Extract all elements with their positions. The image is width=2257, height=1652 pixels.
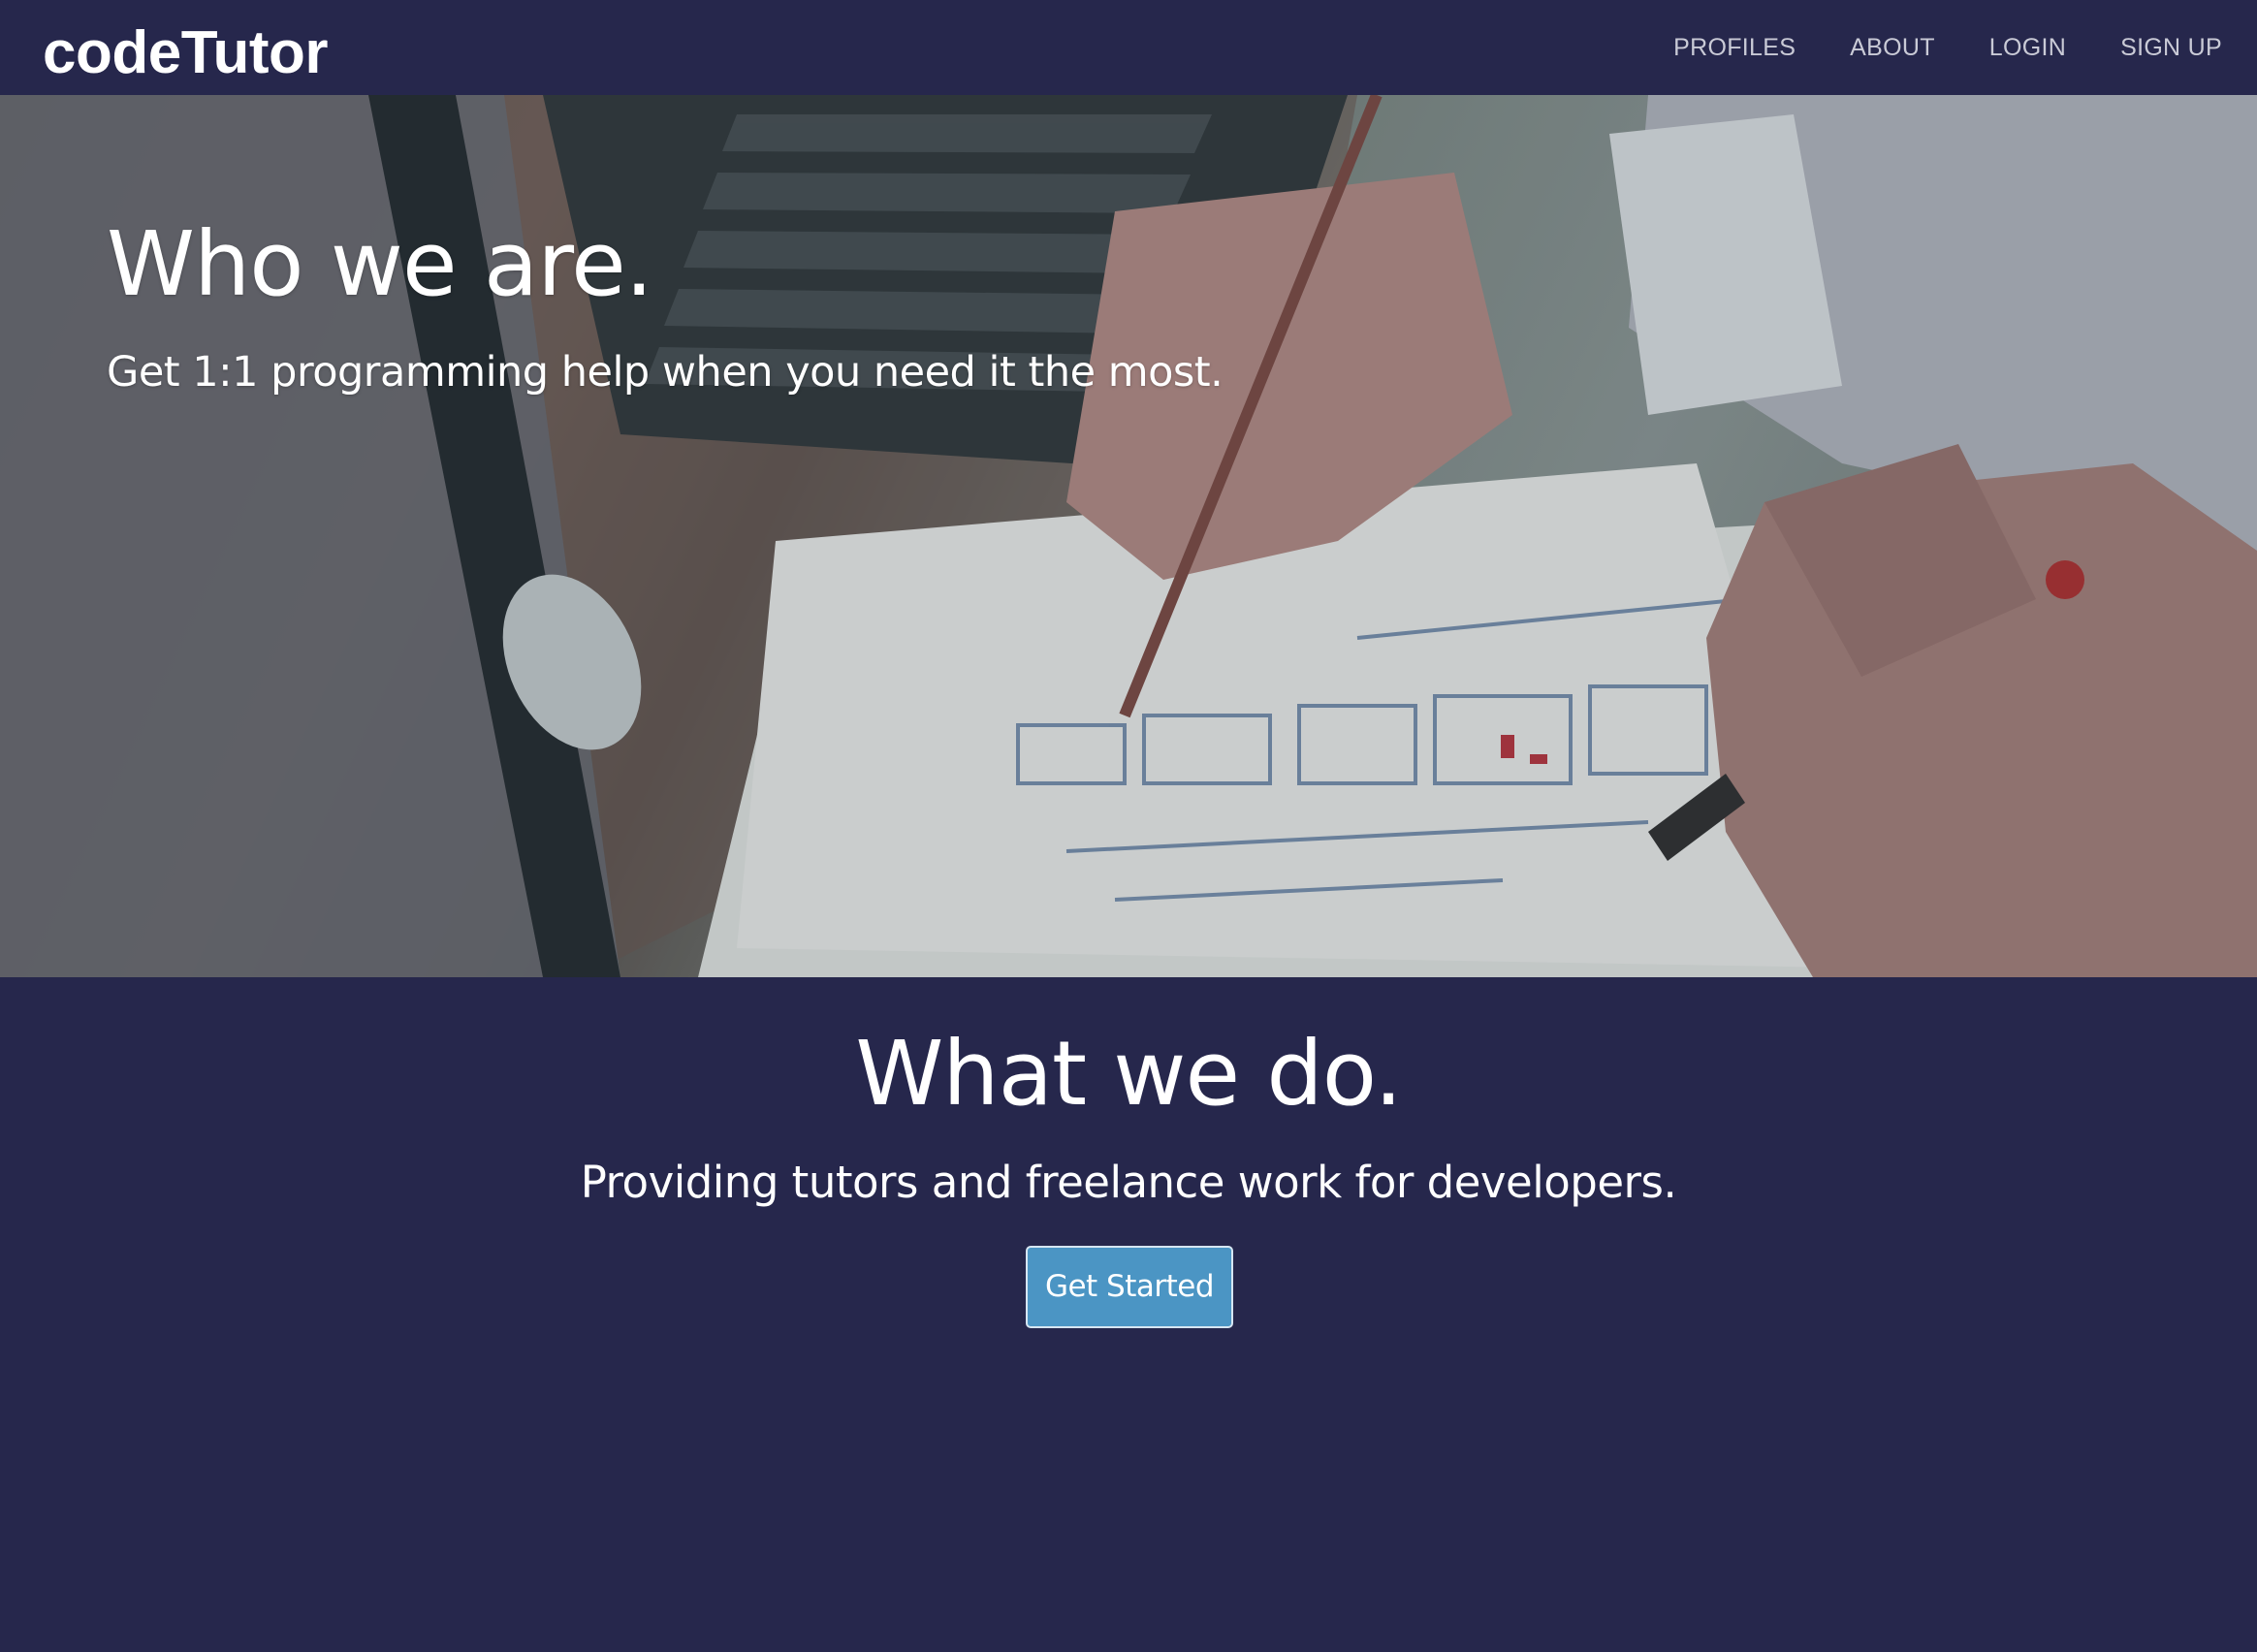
brand-logo[interactable]: codeTutor [43,12,329,95]
section-title: What we do. [855,1022,1402,1126]
nav-link-sign-up[interactable]: SIGN UP [2120,34,2222,62]
section-subtitle: Providing tutors and freelance work for … [580,1157,1677,1208]
hero-subtitle: Get 1:1 programming help when you need i… [107,348,1224,397]
nav-links: PROFILES ABOUT LOGIN SIGN UP [1619,0,2222,95]
what-we-do-section: What we do. Providing tutors and freelan… [0,977,2257,1652]
hero-section: Who we are. Get 1:1 programming help whe… [0,95,2257,977]
get-started-button[interactable]: Get Started [1026,1246,1233,1328]
nav-link-about[interactable]: ABOUT [1850,34,1935,62]
top-navbar: codeTutor PROFILES ABOUT LOGIN SIGN UP [0,0,2257,95]
nav-link-profiles[interactable]: PROFILES [1673,34,1796,62]
nav-link-login[interactable]: LOGIN [1989,34,2066,62]
hero-title: Who we are. [107,212,653,316]
